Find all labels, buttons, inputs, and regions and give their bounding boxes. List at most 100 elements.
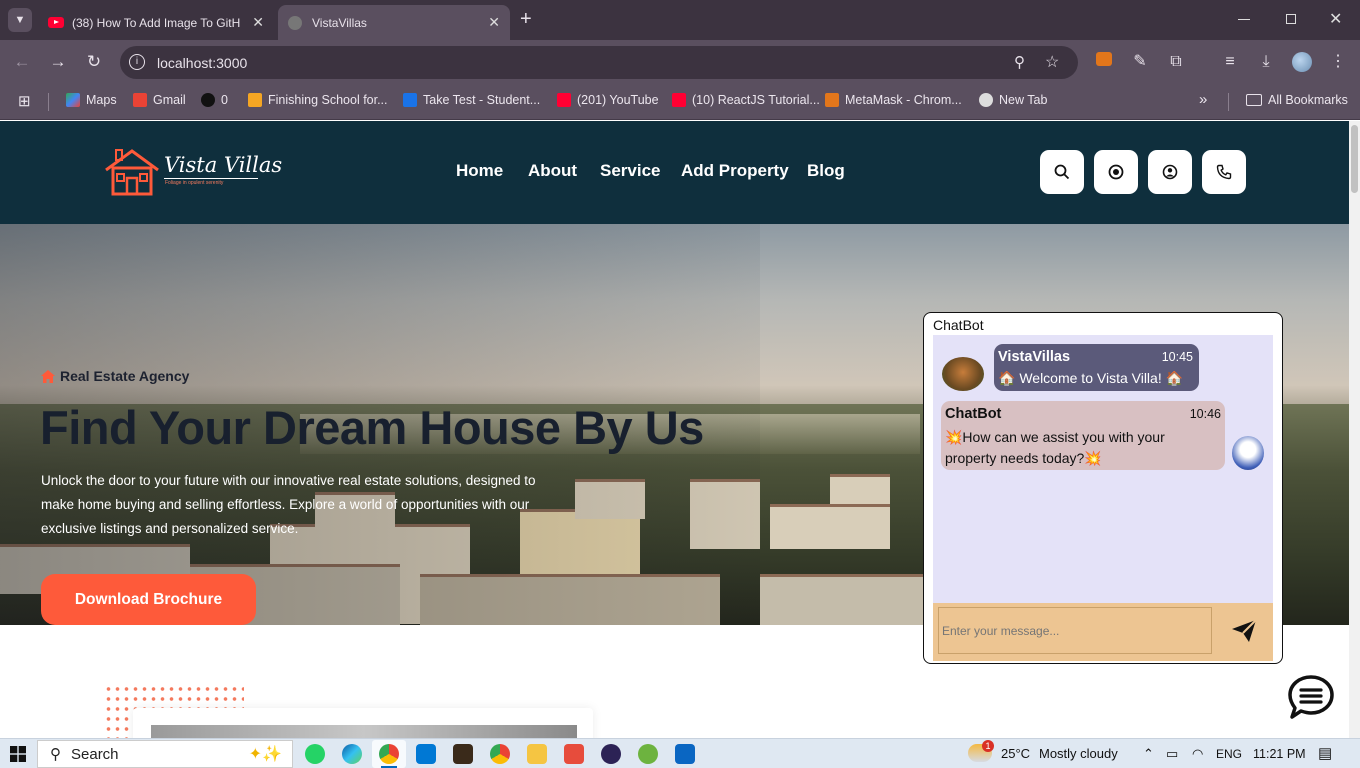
metamask-extension-icon[interactable] [1094,52,1114,72]
taskbar-search-label: Search [71,745,119,763]
header-search-button[interactable] [1040,150,1084,194]
site-logo[interactable]: Vista Villas Foliage in opulent serenity [104,148,282,198]
globe-icon [288,15,302,30]
bookmark-reactjs-tutorial[interactable]: (10) ReactJS Tutorial... [672,93,820,107]
back-button[interactable]: ← [11,52,33,72]
bookmark-maps[interactable]: Maps [66,93,117,107]
bookmark-new-tab[interactable]: New Tab [979,93,1047,107]
browser-tab-vistavillas[interactable]: VistaVillas ✕ [278,5,510,40]
address-bar[interactable]: i localhost:3000 ⚲ ☆ [120,46,1078,79]
header-location-button[interactable] [1094,150,1138,194]
language-indicator[interactable]: ENG [1216,747,1242,761]
file-explorer-icon[interactable] [527,744,547,764]
bookmark-gmail[interactable]: Gmail [133,93,186,107]
bookmark-label: (201) YouTube [577,93,659,107]
pen-extension-icon[interactable]: ✎ [1130,52,1150,72]
nav-add-property[interactable]: Add Property [681,161,789,181]
more-bookmarks-chevron-icon[interactable]: » [1199,91,1207,108]
linkedin-icon[interactable] [675,744,695,764]
nav-blog[interactable]: Blog [807,161,845,181]
metamask-icon [825,93,839,107]
header-phone-button[interactable] [1202,150,1246,194]
chrome-profile-icon[interactable] [490,744,510,764]
close-tab-icon[interactable]: ✕ [488,14,500,31]
close-window-button[interactable]: ✕ [1329,9,1342,29]
show-hidden-icons-chevron-icon[interactable]: ⌃ [1143,746,1154,762]
browser-tab-youtube[interactable]: (38) How To Add Image To GitH ✕ [38,5,274,40]
battery-icon[interactable]: ▭ [1166,746,1178,762]
message-sender: ChatBot [945,406,1002,422]
site-info-icon[interactable]: i [129,54,145,70]
logo-tagline: Foliage in opulent serenity [165,180,224,186]
message-time: 10:45 [1161,350,1193,364]
tab-search-button[interactable]: ▼ [8,8,32,32]
eclipse-icon[interactable] [601,744,621,764]
close-tab-icon[interactable]: ✕ [252,14,264,31]
search-icon: ⚲ [50,746,61,763]
app-icon[interactable] [453,744,473,764]
chrome-icon[interactable] [379,744,399,764]
bookmark-github[interactable]: 0 [201,93,228,107]
header-account-button[interactable] [1148,150,1192,194]
weather-description[interactable]: Mostly cloudy [1039,746,1118,761]
bookmark-youtube[interactable]: (201) YouTube [557,93,659,107]
download-icon[interactable]: ⤓ [1256,52,1276,72]
nav-home[interactable]: Home [456,161,503,181]
message-bubble-chatbot: ChatBot 10:46 💥How can we assist you wit… [941,401,1225,470]
chatbot-robot-avatar [1232,436,1264,470]
zoom-icon[interactable]: ⚲ [1014,53,1025,71]
whatsapp-icon[interactable] [305,744,325,764]
chat-message-input[interactable] [938,607,1212,654]
search-icon [1054,164,1070,180]
chatbot-title: ChatBot [933,317,984,333]
home-icon [41,369,55,383]
vscode-icon[interactable] [416,744,436,764]
media-controls-icon[interactable]: ≡ [1220,52,1240,72]
edge-icon[interactable] [342,744,362,764]
profile-avatar-icon[interactable] [1292,52,1312,72]
bookmark-label: Take Test - Student... [423,93,541,107]
windows-start-icon[interactable] [10,746,26,762]
page-scrollbar[interactable] [1349,121,1360,738]
wifi-icon[interactable]: ◠ [1192,746,1203,762]
spring-tools-icon[interactable] [638,744,658,764]
bookmark-take-test[interactable]: Take Test - Student... [403,93,540,107]
restore-button[interactable] [1286,14,1296,24]
download-brochure-button[interactable]: Download Brochure [41,574,256,625]
nav-about[interactable]: About [528,161,577,181]
chrome-menu-icon[interactable]: ⋮ [1328,52,1348,72]
bookmark-metamask[interactable]: MetaMask - Chrom... [825,93,962,107]
youtube-icon [48,17,64,28]
chat-input-area [933,603,1273,661]
forward-button[interactable]: → [47,52,69,72]
chatbot-window: ChatBot VistaVillas 10:45 🏠 Welcome to V… [923,312,1283,664]
reload-button[interactable]: ↻ [83,52,105,72]
clock[interactable]: 11:21 PM [1253,747,1306,761]
heart-circle-icon [1108,164,1124,180]
site-header: Vista Villas Foliage in opulent serenity… [0,121,1349,224]
notification-center-icon[interactable]: ▤ [1318,744,1332,762]
message-sender: VistaVillas [998,349,1071,365]
bookmark-star-icon[interactable]: ☆ [1045,52,1059,72]
github-icon [201,93,215,107]
message-text: 💥How can we assist you with your propert… [945,429,1165,466]
taskbar-search-box[interactable]: ⚲ Search ✦✨ [37,740,293,768]
all-bookmarks-button[interactable]: All Bookmarks [1246,93,1348,107]
minimize-button[interactable] [1238,19,1250,20]
bookmark-label: 0 [221,93,228,107]
extensions-puzzle-icon[interactable]: ⧉ [1166,52,1186,72]
youtube-icon [672,93,686,107]
apps-grid-icon[interactable]: ⊞ [18,92,31,110]
bookmark-finishing-school[interactable]: Finishing School for... [248,93,388,107]
chat-bubble-icon[interactable] [1287,673,1335,721]
wps-office-icon[interactable] [564,744,584,764]
send-icon[interactable] [1231,619,1257,643]
weather-temperature[interactable]: 25°C [1001,746,1030,761]
globe-icon [979,93,993,107]
bookmark-label: All Bookmarks [1268,93,1348,107]
bookmark-divider [1228,93,1229,111]
new-tab-button[interactable]: + [520,9,532,29]
nav-service[interactable]: Service [600,161,661,181]
scrollbar-thumb[interactable] [1351,125,1358,193]
bookmark-label: New Tab [999,93,1048,107]
